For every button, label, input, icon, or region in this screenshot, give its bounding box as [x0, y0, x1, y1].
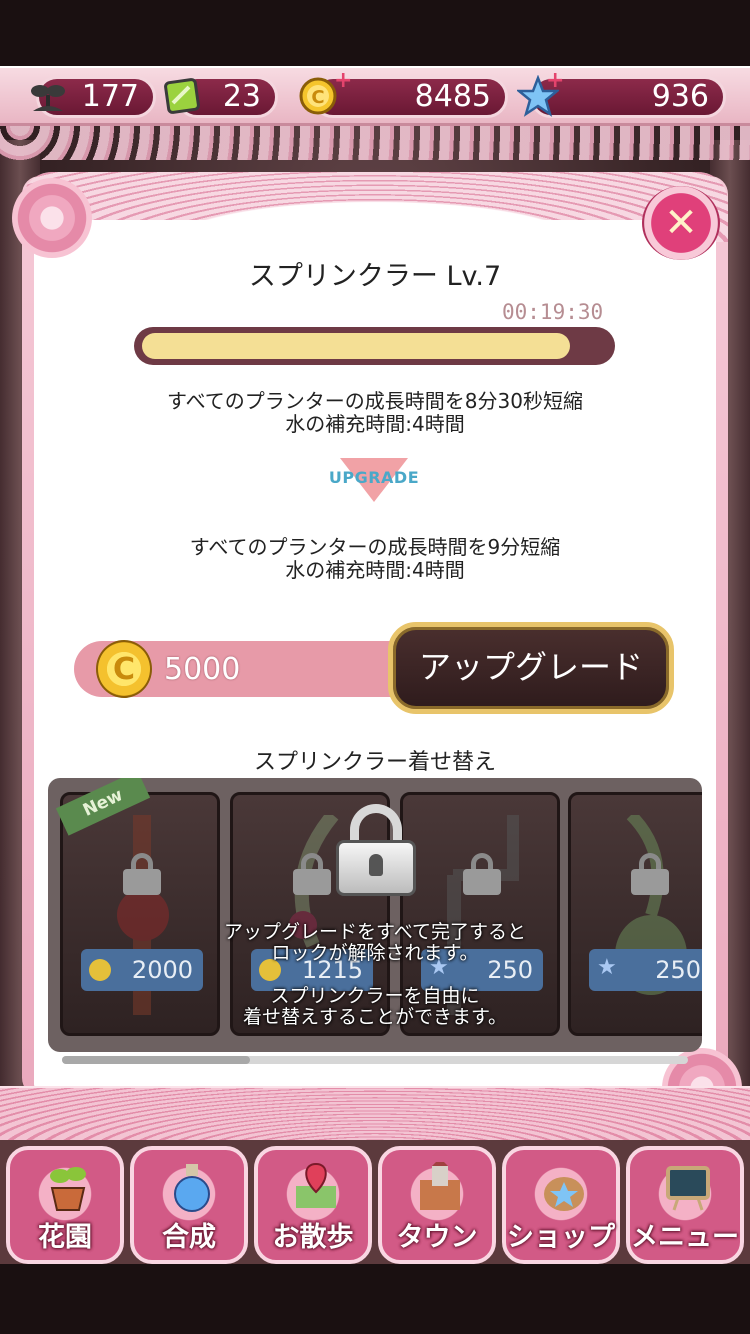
next-effect-line: 水の補充時間:4時間	[285, 558, 465, 582]
seed-count: 177	[81, 79, 139, 114]
map-pin-icon	[296, 1162, 336, 1208]
next-effect-line: すべてのプランターの成長時間を9分短縮	[189, 535, 561, 559]
padlock-icon	[336, 804, 416, 896]
ticket-count: 23	[222, 79, 261, 114]
top-lace-decoration	[0, 126, 750, 160]
svg-text:C: C	[311, 87, 324, 108]
nav-label: お散歩	[272, 1222, 354, 1253]
star-plus-icon[interactable]: +	[546, 68, 564, 93]
menu-board-icon	[666, 1166, 710, 1211]
current-effect-line: すべてのプランターの成長時間を8分30秒短縮	[167, 389, 583, 413]
upgrade-cost: 5000	[164, 652, 241, 687]
potion-icon	[174, 1164, 210, 1212]
resource-bar: 177 23 8485 C + 936 +	[0, 66, 750, 126]
bag-icon	[544, 1177, 584, 1211]
nav-synthesis-button[interactable]: 合成	[130, 1146, 248, 1264]
lock-message-line: アップグレードをすべて完了すると	[224, 921, 526, 943]
sprout-icon	[26, 72, 70, 120]
close-icon: ✕	[664, 200, 698, 246]
nav-label: 花園	[38, 1222, 92, 1253]
lock-icon	[123, 853, 161, 895]
coin-count: 8485	[414, 79, 491, 114]
close-button[interactable]: ✕	[642, 186, 720, 260]
next-effect: すべてのプランターの成長時間を9分短縮 水の補充時間:4時間	[34, 536, 716, 582]
ticket-icon	[160, 72, 204, 120]
upgrade-progress-fill	[142, 333, 570, 359]
upgrade-arrow-icon: UPGRADE	[324, 456, 424, 506]
current-effect: すべてのプランターの成長時間を8分30秒短縮 水の補充時間:4時間	[34, 390, 716, 436]
coin-plus-icon[interactable]: +	[334, 68, 352, 93]
upgrade-arrow-label: UPGRADE	[328, 468, 420, 487]
coin-icon: C	[96, 640, 152, 698]
nav-walk-button[interactable]: お散歩	[254, 1146, 372, 1264]
current-effect-line: 水の補充時間:4時間	[285, 412, 465, 436]
skin-section-title: スプリンクラー着せ替え	[253, 750, 496, 775]
nav-menu-button[interactable]: メニュー	[626, 1146, 744, 1264]
nav-shop-button[interactable]: ショップ	[502, 1146, 620, 1264]
top-status-area	[0, 0, 750, 66]
flowerpot-icon	[50, 1167, 86, 1211]
lock-icon	[293, 853, 331, 895]
rose-decoration	[12, 178, 92, 258]
nav-garden-button[interactable]: 花園	[6, 1146, 124, 1264]
lock-message: アップグレードをすべて完了すると ロックが解除されます。	[48, 922, 702, 964]
upgrade-button[interactable]: アップグレード	[388, 622, 674, 714]
lock-message-line: スプリンクラーを自由に	[270, 985, 480, 1007]
lock-icon	[463, 853, 501, 895]
nav-label: ショップ	[507, 1222, 615, 1253]
nav-label: 合成	[162, 1222, 216, 1253]
skin-scrollbar-thumb[interactable]	[62, 1056, 250, 1064]
upgrade-timer: 00:19:30	[502, 300, 604, 324]
bottom-safe-area	[0, 1264, 750, 1334]
modal-title: スプリンクラー Lv.7	[248, 261, 502, 292]
nav-label: タウン	[396, 1222, 478, 1253]
upgrade-progress-bar	[134, 327, 615, 365]
lock-icon	[631, 853, 669, 895]
lock-message-detail: スプリンクラーを自由に 着せ替えすることができます。	[48, 986, 702, 1028]
castle-icon	[420, 1162, 460, 1210]
nav-label: メニュー	[631, 1222, 739, 1253]
nav-town-button[interactable]: タウン	[378, 1146, 496, 1264]
lock-message-line: 着せ替えすることができます。	[242, 1006, 508, 1028]
star-count: 936	[651, 79, 709, 114]
lock-message-line: ロックが解除されます。	[271, 942, 479, 964]
